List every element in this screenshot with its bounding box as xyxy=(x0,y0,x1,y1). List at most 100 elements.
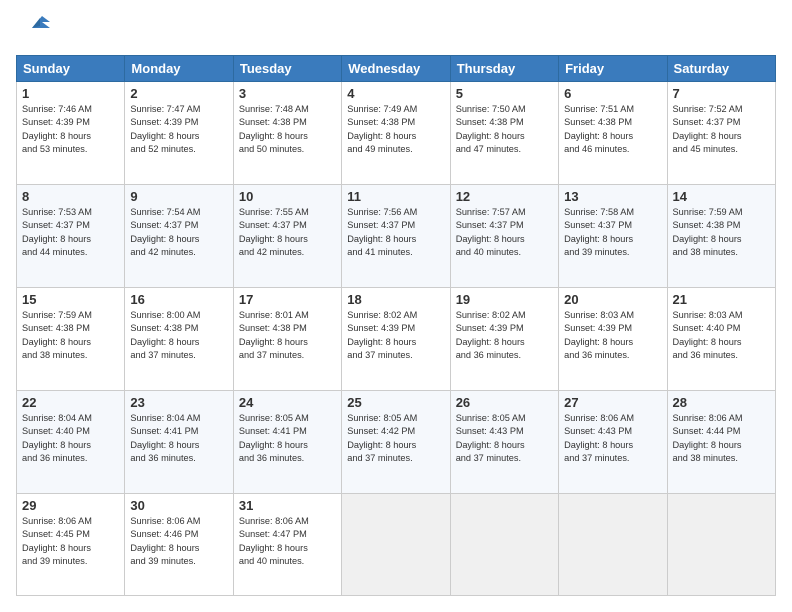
day-info: Sunrise: 7:59 AM Sunset: 4:38 PM Dayligh… xyxy=(22,309,119,362)
calendar-cell xyxy=(450,493,558,595)
weekday-saturday: Saturday xyxy=(667,56,775,82)
day-info: Sunrise: 7:47 AM Sunset: 4:39 PM Dayligh… xyxy=(130,103,227,156)
calendar-cell: 5 Sunrise: 7:50 AM Sunset: 4:38 PM Daylig… xyxy=(450,82,558,185)
day-info: Sunrise: 8:05 AM Sunset: 4:43 PM Dayligh… xyxy=(456,412,553,465)
day-info: Sunrise: 7:46 AM Sunset: 4:39 PM Dayligh… xyxy=(22,103,119,156)
day-info: Sunrise: 7:57 AM Sunset: 4:37 PM Dayligh… xyxy=(456,206,553,259)
calendar-cell: 19 Sunrise: 8:02 AM Sunset: 4:39 PM Dayli… xyxy=(450,287,558,390)
day-info: Sunrise: 8:05 AM Sunset: 4:42 PM Dayligh… xyxy=(347,412,444,465)
day-number: 8 xyxy=(22,189,119,204)
day-number: 16 xyxy=(130,292,227,307)
day-info: Sunrise: 7:49 AM Sunset: 4:38 PM Dayligh… xyxy=(347,103,444,156)
weekday-header-row: SundayMondayTuesdayWednesdayThursdayFrid… xyxy=(17,56,776,82)
day-info: Sunrise: 7:50 AM Sunset: 4:38 PM Dayligh… xyxy=(456,103,553,156)
day-number: 12 xyxy=(456,189,553,204)
calendar-cell: 4 Sunrise: 7:49 AM Sunset: 4:38 PM Daylig… xyxy=(342,82,450,185)
day-number: 25 xyxy=(347,395,444,410)
logo-bird-icon xyxy=(22,8,52,45)
calendar-cell: 26 Sunrise: 8:05 AM Sunset: 4:43 PM Dayli… xyxy=(450,390,558,493)
calendar-cell: 15 Sunrise: 7:59 AM Sunset: 4:38 PM Dayli… xyxy=(17,287,125,390)
day-info: Sunrise: 7:59 AM Sunset: 4:38 PM Dayligh… xyxy=(673,206,770,259)
weekday-tuesday: Tuesday xyxy=(233,56,341,82)
calendar-cell: 12 Sunrise: 7:57 AM Sunset: 4:37 PM Dayli… xyxy=(450,184,558,287)
day-number: 10 xyxy=(239,189,336,204)
day-info: Sunrise: 8:06 AM Sunset: 4:44 PM Dayligh… xyxy=(673,412,770,465)
weekday-monday: Monday xyxy=(125,56,233,82)
day-info: Sunrise: 8:06 AM Sunset: 4:47 PM Dayligh… xyxy=(239,515,336,568)
calendar-cell: 27 Sunrise: 8:06 AM Sunset: 4:43 PM Dayli… xyxy=(559,390,667,493)
calendar-week-5: 29 Sunrise: 8:06 AM Sunset: 4:45 PM Dayli… xyxy=(17,493,776,595)
calendar-cell: 2 Sunrise: 7:47 AM Sunset: 4:39 PM Daylig… xyxy=(125,82,233,185)
calendar-week-3: 15 Sunrise: 7:59 AM Sunset: 4:38 PM Dayli… xyxy=(17,287,776,390)
calendar-cell: 10 Sunrise: 7:55 AM Sunset: 4:37 PM Dayli… xyxy=(233,184,341,287)
day-number: 11 xyxy=(347,189,444,204)
day-info: Sunrise: 8:02 AM Sunset: 4:39 PM Dayligh… xyxy=(347,309,444,362)
calendar-cell: 25 Sunrise: 8:05 AM Sunset: 4:42 PM Dayli… xyxy=(342,390,450,493)
day-number: 2 xyxy=(130,86,227,101)
logo xyxy=(16,16,52,45)
day-number: 18 xyxy=(347,292,444,307)
day-number: 23 xyxy=(130,395,227,410)
day-info: Sunrise: 8:00 AM Sunset: 4:38 PM Dayligh… xyxy=(130,309,227,362)
day-info: Sunrise: 8:06 AM Sunset: 4:43 PM Dayligh… xyxy=(564,412,661,465)
day-number: 24 xyxy=(239,395,336,410)
day-number: 4 xyxy=(347,86,444,101)
calendar-cell: 24 Sunrise: 8:05 AM Sunset: 4:41 PM Dayli… xyxy=(233,390,341,493)
calendar-cell: 7Sunrise: 7:52 AM Sunset: 4:37 PM Daylig… xyxy=(667,82,775,185)
calendar-week-1: 1 Sunrise: 7:46 AM Sunset: 4:39 PM Daylig… xyxy=(17,82,776,185)
day-number: 19 xyxy=(456,292,553,307)
calendar-cell: 3 Sunrise: 7:48 AM Sunset: 4:38 PM Daylig… xyxy=(233,82,341,185)
day-info: Sunrise: 8:05 AM Sunset: 4:41 PM Dayligh… xyxy=(239,412,336,465)
calendar-cell: 9 Sunrise: 7:54 AM Sunset: 4:37 PM Daylig… xyxy=(125,184,233,287)
calendar-cell: 31 Sunrise: 8:06 AM Sunset: 4:47 PM Dayli… xyxy=(233,493,341,595)
calendar-week-4: 22 Sunrise: 8:04 AM Sunset: 4:40 PM Dayli… xyxy=(17,390,776,493)
day-number: 31 xyxy=(239,498,336,513)
day-number: 15 xyxy=(22,292,119,307)
calendar-cell: 11Sunrise: 7:56 AM Sunset: 4:37 PM Dayli… xyxy=(342,184,450,287)
day-info: Sunrise: 8:06 AM Sunset: 4:45 PM Dayligh… xyxy=(22,515,119,568)
calendar-cell xyxy=(342,493,450,595)
day-number: 29 xyxy=(22,498,119,513)
day-info: Sunrise: 7:54 AM Sunset: 4:37 PM Dayligh… xyxy=(130,206,227,259)
day-number: 22 xyxy=(22,395,119,410)
day-number: 13 xyxy=(564,189,661,204)
calendar-cell xyxy=(559,493,667,595)
calendar-cell: 6 Sunrise: 7:51 AM Sunset: 4:38 PM Daylig… xyxy=(559,82,667,185)
day-number: 7 xyxy=(673,86,770,101)
day-number: 9 xyxy=(130,189,227,204)
day-info: Sunrise: 7:53 AM Sunset: 4:37 PM Dayligh… xyxy=(22,206,119,259)
day-info: Sunrise: 8:06 AM Sunset: 4:46 PM Dayligh… xyxy=(130,515,227,568)
day-number: 6 xyxy=(564,86,661,101)
calendar-cell: 29 Sunrise: 8:06 AM Sunset: 4:45 PM Dayli… xyxy=(17,493,125,595)
day-info: Sunrise: 8:03 AM Sunset: 4:39 PM Dayligh… xyxy=(564,309,661,362)
day-number: 1 xyxy=(22,86,119,101)
calendar-cell: 14 Sunrise: 7:59 AM Sunset: 4:38 PM Dayli… xyxy=(667,184,775,287)
day-number: 17 xyxy=(239,292,336,307)
day-info: Sunrise: 7:58 AM Sunset: 4:37 PM Dayligh… xyxy=(564,206,661,259)
calendar-cell: 8 Sunrise: 7:53 AM Sunset: 4:37 PM Daylig… xyxy=(17,184,125,287)
day-info: Sunrise: 8:04 AM Sunset: 4:40 PM Dayligh… xyxy=(22,412,119,465)
day-info: Sunrise: 7:48 AM Sunset: 4:38 PM Dayligh… xyxy=(239,103,336,156)
calendar-cell: 23 Sunrise: 8:04 AM Sunset: 4:41 PM Dayli… xyxy=(125,390,233,493)
day-info: Sunrise: 8:01 AM Sunset: 4:38 PM Dayligh… xyxy=(239,309,336,362)
calendar-cell: 30Sunrise: 8:06 AM Sunset: 4:46 PM Dayli… xyxy=(125,493,233,595)
day-info: Sunrise: 8:03 AM Sunset: 4:40 PM Dayligh… xyxy=(673,309,770,362)
day-number: 14 xyxy=(673,189,770,204)
day-number: 27 xyxy=(564,395,661,410)
calendar-cell xyxy=(667,493,775,595)
weekday-friday: Friday xyxy=(559,56,667,82)
day-info: Sunrise: 8:04 AM Sunset: 4:41 PM Dayligh… xyxy=(130,412,227,465)
page: SundayMondayTuesdayWednesdayThursdayFrid… xyxy=(0,0,792,612)
day-number: 26 xyxy=(456,395,553,410)
day-number: 3 xyxy=(239,86,336,101)
header xyxy=(16,16,776,45)
day-info: Sunrise: 8:02 AM Sunset: 4:39 PM Dayligh… xyxy=(456,309,553,362)
day-info: Sunrise: 7:55 AM Sunset: 4:37 PM Dayligh… xyxy=(239,206,336,259)
day-number: 5 xyxy=(456,86,553,101)
calendar-cell: 17 Sunrise: 8:01 AM Sunset: 4:38 PM Dayli… xyxy=(233,287,341,390)
calendar-week-2: 8 Sunrise: 7:53 AM Sunset: 4:37 PM Daylig… xyxy=(17,184,776,287)
calendar-table: SundayMondayTuesdayWednesdayThursdayFrid… xyxy=(16,55,776,596)
day-info: Sunrise: 7:51 AM Sunset: 4:38 PM Dayligh… xyxy=(564,103,661,156)
day-number: 28 xyxy=(673,395,770,410)
day-number: 20 xyxy=(564,292,661,307)
